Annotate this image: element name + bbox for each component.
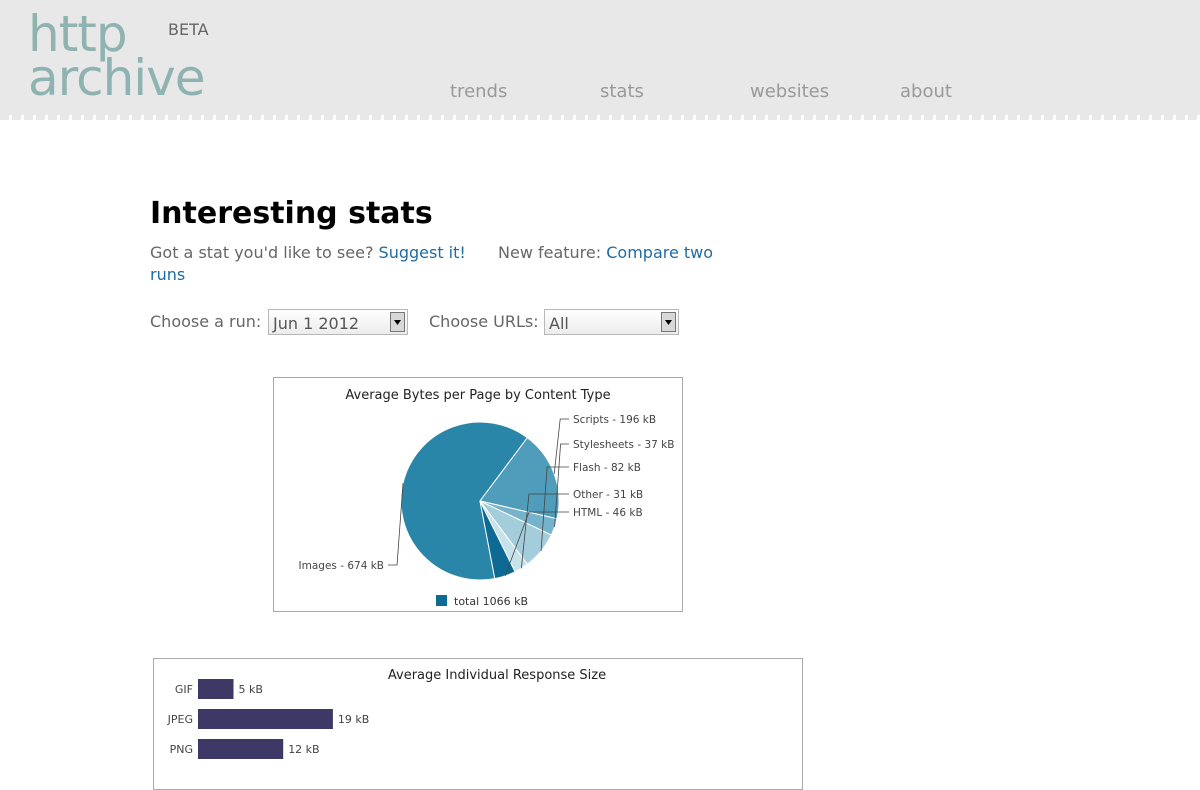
- urls-label: Choose URLs:: [429, 312, 539, 331]
- nav-websites[interactable]: websites: [750, 81, 829, 102]
- beta-badge: BETA: [168, 20, 209, 39]
- pie-label-flash: Flash - 82 kB: [573, 462, 641, 474]
- bar-value-label: 5 kB: [239, 683, 263, 696]
- bar-category-label: GIF: [175, 683, 193, 696]
- bar-chart-title: Average Individual Response Size: [388, 668, 606, 683]
- pie-chart-title: Average Bytes per Page by Content Type: [345, 388, 610, 403]
- bar-jpeg[interactable]: [198, 709, 333, 729]
- bar-gif[interactable]: [198, 679, 234, 699]
- bar-chart-panel: Average Individual Response Size GIF 5 kB…: [153, 658, 803, 790]
- pie-label-other: Other - 31 kB: [573, 489, 643, 501]
- pie-chart-panel: Average Bytes per Page by Content Type I…: [273, 377, 683, 612]
- logo-line-2: archive: [28, 49, 206, 107]
- pie-chart: Average Bytes per Page by Content Type I…: [299, 388, 675, 608]
- bar-category-label: JPEG: [167, 713, 193, 726]
- urls-select[interactable]: All: [544, 309, 679, 335]
- pie-label-scripts: Scripts - 196 kB: [573, 414, 656, 426]
- bar-category-label: PNG: [170, 743, 193, 756]
- run-label: Choose a run:: [150, 312, 262, 331]
- intro-text: Got a stat you'd like to see? Suggest it…: [150, 242, 750, 286]
- bar-png[interactable]: [198, 739, 284, 759]
- site-header: http archive BETA trends stats websites …: [0, 0, 1200, 115]
- nav-trends[interactable]: trends: [450, 81, 507, 102]
- suggest-link[interactable]: Suggest it!: [379, 243, 466, 262]
- legend-swatch: [436, 595, 447, 606]
- nav-stats[interactable]: stats: [600, 81, 644, 102]
- header-scalloped-edge: [0, 115, 1200, 120]
- pie-label-html: HTML - 46 kB: [573, 507, 643, 519]
- pie-label-stylesheets: Stylesheets - 37 kB: [573, 439, 674, 451]
- run-select[interactable]: Jun 1 2012: [268, 309, 408, 335]
- pie-leader-line: [553, 418, 569, 474]
- bar-chart: Average Individual Response Size GIF 5 kB…: [167, 668, 606, 759]
- bar-value-label: 12 kB: [288, 743, 319, 756]
- feature-prompt: New feature:: [498, 243, 602, 262]
- nav-about[interactable]: about: [900, 81, 952, 102]
- pie-label-images: Images - 674 kB: [299, 560, 384, 572]
- chevron-down-icon[interactable]: [390, 312, 405, 332]
- run-select-value: Jun 1 2012: [273, 314, 360, 333]
- urls-select-value: All: [549, 314, 569, 333]
- chevron-down-icon[interactable]: [661, 312, 676, 332]
- bar-value-label: 19 kB: [338, 713, 369, 726]
- suggest-prompt: Got a stat you'd like to see?: [150, 243, 374, 262]
- pie-legend-label: total 1066 kB: [454, 595, 528, 608]
- page-title: Interesting stats: [150, 196, 433, 231]
